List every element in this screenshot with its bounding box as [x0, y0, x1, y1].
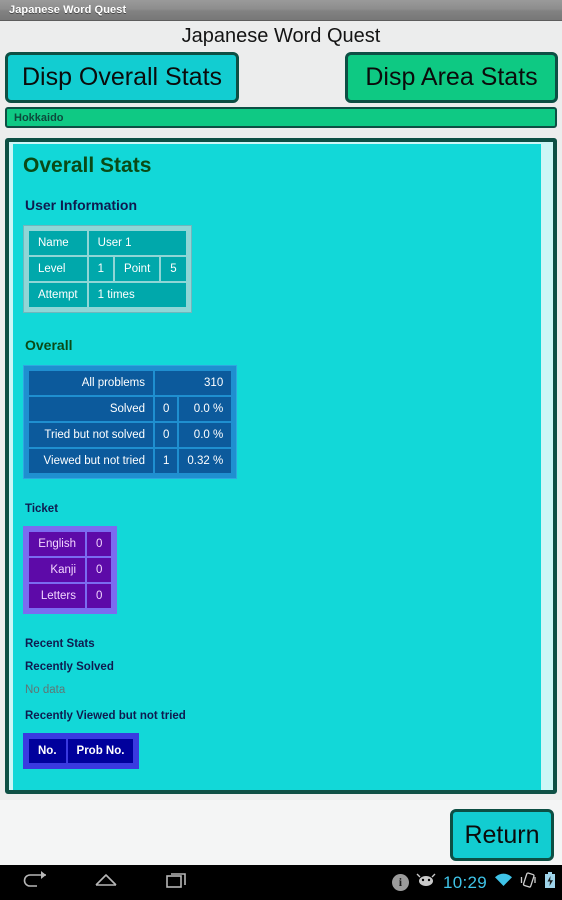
table-row: Letters 0 [29, 584, 112, 608]
battery-icon [544, 871, 556, 894]
wifi-icon [494, 873, 513, 893]
table-row: Tried but not solved 0 0.0 % [29, 423, 232, 447]
page-title: Japanese Word Quest [181, 24, 381, 47]
overall-row0-value: 310 [155, 371, 232, 395]
navbar-buttons [0, 870, 190, 895]
user-attempt-key: Attempt [29, 283, 87, 307]
recent-col-no: No. [29, 739, 66, 763]
area-spinner[interactable]: Hokkaido [5, 107, 557, 128]
table-row: Viewed but not tried 1 0.32 % [29, 449, 232, 473]
overall-row3-name: Viewed but not tried [29, 449, 153, 473]
overall-row3-pct: 0.32 % [179, 449, 232, 473]
overall-row3-count: 1 [155, 449, 178, 473]
user-information-table: Name User 1 Level 1 Point 5 Attempt 1 ti… [23, 225, 192, 313]
ticket-row0-count: 0 [87, 532, 112, 556]
vibrate-icon [520, 872, 537, 893]
overall-row2-name: Tried but not solved [29, 423, 153, 447]
window-titlebar: Japanese Word Quest [0, 0, 562, 21]
user-name-key: Name [29, 231, 87, 255]
table-row: English 0 [29, 532, 112, 556]
overall-row1-name: Solved [29, 397, 153, 421]
recently-solved-empty: No data [25, 684, 66, 696]
user-name-value: User 1 [88, 231, 186, 255]
top-button-row: Disp Overall Stats Disp Area Stats [0, 51, 562, 107]
recently-viewed-table: No. Prob No. [23, 733, 140, 769]
overall-heading: Overall [25, 337, 73, 353]
overall-row1-count: 0 [155, 397, 178, 421]
table-row: Name User 1 [29, 231, 186, 255]
area-spinner-wrap: Hokkaido [0, 107, 562, 133]
disp-overall-stats-button[interactable]: Disp Overall Stats [5, 52, 239, 103]
home-icon[interactable] [93, 870, 119, 895]
info-icon[interactable]: i [391, 874, 409, 891]
ticket-table: English 0 Kanji 0 Letters 0 [23, 526, 118, 614]
stats-heading: Overall Stats [23, 154, 152, 177]
stats-scroll-area[interactable]: Overall Stats User Information Name User… [13, 144, 541, 790]
user-level-value: 1 [88, 257, 114, 281]
table-row: Level 1 Point 5 [29, 257, 186, 281]
table-row: Attempt 1 times [29, 283, 186, 307]
table-row: Kanji 0 [29, 558, 112, 582]
area-spinner-value: Hokkaido [14, 111, 64, 124]
disp-area-stats-button[interactable]: Disp Area Stats [345, 52, 558, 103]
overall-row2-pct: 0.0 % [179, 423, 232, 447]
status-time: 10:29 [442, 872, 487, 892]
statusbar-icons: i 10:29 [391, 871, 556, 894]
recents-icon[interactable] [164, 870, 190, 895]
overall-row0-name: All problems [29, 371, 153, 395]
user-level-key: Level [29, 257, 87, 281]
ticket-row0-name: English [29, 532, 85, 556]
overall-table: All problems 310 Solved 0 0.0 % Tried bu… [23, 365, 238, 479]
back-icon[interactable] [22, 870, 48, 895]
user-point-key: Point [115, 257, 160, 281]
window-title: Japanese Word Quest [9, 4, 127, 16]
table-row: Solved 0 0.0 % [29, 397, 232, 421]
vertical-scrollbar[interactable] [541, 144, 550, 790]
ticket-table-wrap: English 0 Kanji 0 Letters 0 [23, 526, 118, 614]
ticket-row2-name: Letters [29, 584, 85, 608]
user-information-table-wrap: Name User 1 Level 1 Point 5 Attempt 1 ti… [23, 225, 192, 313]
footer-bar: Return [0, 800, 562, 865]
user-attempt-value: 1 times [88, 283, 186, 307]
user-information-heading: User Information [25, 197, 138, 213]
android-debug-icon [416, 873, 436, 892]
android-navbar: i 10:29 [0, 865, 562, 900]
recent-col-prob-no: Prob No. [67, 739, 134, 763]
ticket-heading: Ticket [25, 503, 59, 515]
ticket-row1-name: Kanji [29, 558, 85, 582]
table-row: No. Prob No. [29, 739, 134, 763]
overall-row2-count: 0 [155, 423, 178, 447]
recently-solved-label: Recently Solved [25, 661, 114, 673]
app-header: Japanese Word Quest [0, 21, 562, 51]
recently-viewed-table-wrap: No. Prob No. [23, 733, 140, 769]
table-row: All problems 310 [29, 371, 232, 395]
recent-stats-heading: Recent Stats [25, 638, 95, 650]
overall-table-wrap: All problems 310 Solved 0 0.0 % Tried bu… [23, 365, 238, 479]
stats-panel: Overall Stats User Information Name User… [5, 138, 557, 794]
overall-row1-pct: 0.0 % [179, 397, 232, 421]
ticket-row1-count: 0 [87, 558, 112, 582]
recently-viewed-label: Recently Viewed but not tried [25, 710, 186, 722]
ticket-row2-count: 0 [87, 584, 112, 608]
app-screen: Japanese Word Quest Japanese Word Quest … [0, 0, 562, 900]
return-button[interactable]: Return [450, 809, 554, 861]
user-point-value: 5 [161, 257, 186, 281]
